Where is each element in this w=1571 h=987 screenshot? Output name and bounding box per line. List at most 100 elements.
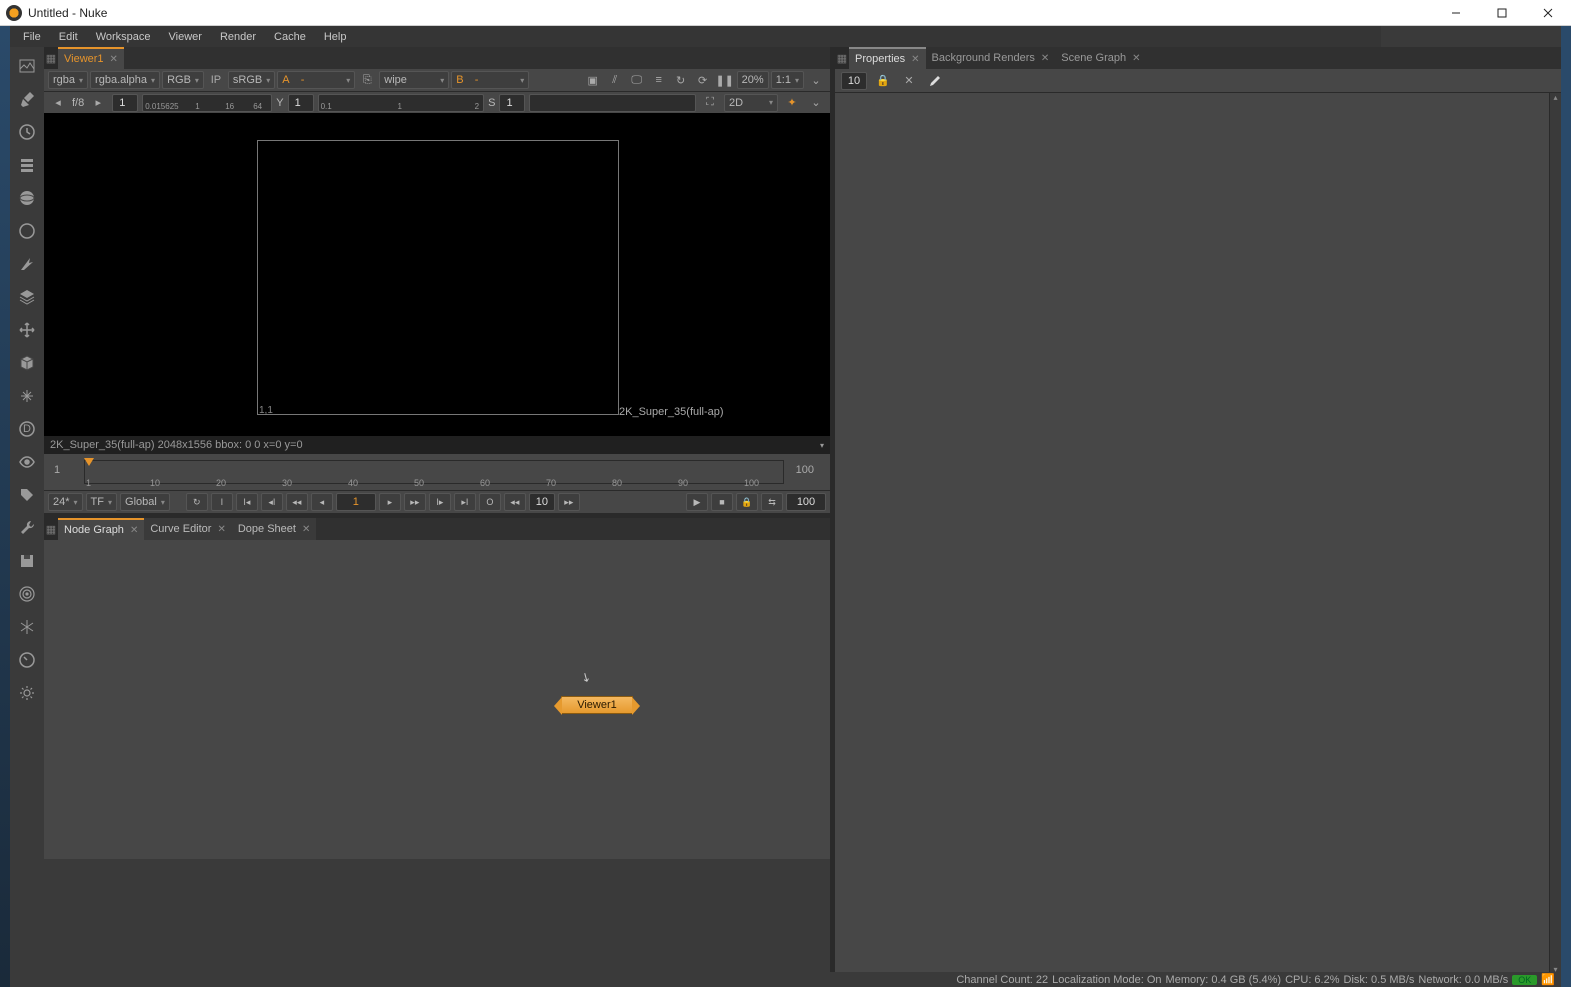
particles-icon[interactable] bbox=[16, 385, 38, 407]
gear-icon[interactable] bbox=[16, 682, 38, 704]
sphere-icon[interactable] bbox=[16, 187, 38, 209]
roi-icon[interactable]: ▣ bbox=[583, 71, 603, 89]
fps-selector[interactable]: 24*▾ bbox=[48, 493, 83, 511]
properties-max-field[interactable]: 10 bbox=[841, 72, 867, 90]
tab-dope-sheet[interactable]: Dope Sheet✕ bbox=[232, 518, 317, 540]
ip-button[interactable]: IP bbox=[206, 71, 226, 89]
cube-icon[interactable] bbox=[16, 352, 38, 374]
pane-menu-button[interactable]: ▦ bbox=[44, 47, 58, 69]
step-forward-button[interactable]: ▸ bbox=[379, 493, 401, 511]
tf-selector[interactable]: TF▾ bbox=[86, 493, 117, 511]
pane-menu-button[interactable]: ▦ bbox=[835, 47, 849, 69]
overlay-icon[interactable]: ≡ bbox=[649, 71, 669, 89]
clear-icon[interactable]: ✕ bbox=[899, 72, 919, 90]
node-graph-canvas[interactable]: ↘ Viewer1 bbox=[44, 540, 830, 859]
clock-icon[interactable] bbox=[16, 121, 38, 143]
sync-icon[interactable]: ⇆ bbox=[761, 493, 783, 511]
gain-value[interactable]: 1 bbox=[499, 94, 525, 112]
node-viewer1[interactable]: Viewer1 bbox=[561, 696, 633, 714]
gamma-slider[interactable]: 0.1 1 2 bbox=[318, 94, 485, 112]
clip-icon[interactable]: ⎘ bbox=[357, 71, 377, 89]
wipe-selector[interactable]: wipe▾ bbox=[379, 71, 449, 89]
input-a-selector[interactable]: A -▾ bbox=[277, 71, 355, 89]
edit-icon[interactable] bbox=[925, 72, 945, 90]
node-input-arrow[interactable]: ↘ bbox=[578, 668, 594, 685]
current-frame-field[interactable]: 1 bbox=[336, 493, 376, 511]
pen-icon[interactable] bbox=[16, 88, 38, 110]
close-icon[interactable]: ✕ bbox=[110, 54, 118, 65]
circle-icon[interactable] bbox=[16, 220, 38, 242]
tab-background-renders[interactable]: Background Renders✕ bbox=[926, 47, 1056, 69]
stop-icon[interactable]: ■ bbox=[711, 493, 733, 511]
last-frame-button[interactable]: ▸I bbox=[454, 493, 476, 511]
tab-properties[interactable]: Properties✕ bbox=[849, 47, 926, 69]
fstop-value[interactable]: 1 bbox=[112, 94, 138, 112]
play-forward-button[interactable]: ▸▸ bbox=[404, 493, 426, 511]
tab-curve-editor[interactable]: Curve Editor✕ bbox=[144, 518, 232, 540]
save-icon[interactable] bbox=[16, 550, 38, 572]
menu-edit[interactable]: Edit bbox=[50, 28, 87, 46]
channel-selector-1[interactable]: rgba▾ bbox=[48, 71, 88, 89]
close-icon[interactable]: ✕ bbox=[217, 524, 225, 535]
close-icon[interactable]: ✕ bbox=[911, 54, 919, 65]
target-icon[interactable] bbox=[16, 583, 38, 605]
play-state-icon[interactable]: ▶ bbox=[686, 493, 708, 511]
window-titlebar[interactable]: Untitled - Nuke bbox=[0, 0, 1571, 26]
vectors-icon[interactable] bbox=[16, 253, 38, 275]
close-icon[interactable]: ✕ bbox=[1041, 53, 1049, 64]
proxy-icon[interactable]: ⫽ bbox=[605, 71, 625, 89]
stack-icon[interactable] bbox=[16, 154, 38, 176]
menu-workspace[interactable]: Workspace bbox=[87, 28, 160, 46]
layers-icon[interactable] bbox=[16, 286, 38, 308]
viewer-info-bar[interactable]: 2K_Super_35(full-ap) 2048x1556 bbox: 0 0… bbox=[44, 436, 830, 454]
gauge-icon[interactable] bbox=[16, 649, 38, 671]
lock-icon[interactable]: 🔒 bbox=[873, 72, 893, 90]
timeline[interactable]: 1 100 1 10 20 30 40 50 60 70 80 90 100 bbox=[44, 454, 830, 490]
next-key-button[interactable]: I▸ bbox=[429, 493, 451, 511]
close-icon[interactable]: ✕ bbox=[130, 525, 138, 536]
monitor-icon[interactable]: 🖵 bbox=[627, 71, 647, 89]
viewer-canvas[interactable]: 1,1 2K_Super_35(full-ap) bbox=[44, 113, 830, 436]
step-back-button[interactable]: ◂ bbox=[311, 493, 333, 511]
scope-selector[interactable]: Global▾ bbox=[120, 493, 170, 511]
reload-icon[interactable]: ⟳ bbox=[693, 71, 713, 89]
prev-arrow-icon[interactable]: ◂ bbox=[48, 94, 68, 112]
first-frame-button[interactable]: I◂ bbox=[236, 493, 258, 511]
skip-fwd-button[interactable]: ▸▸ bbox=[558, 493, 580, 511]
info-dropdown-icon[interactable]: ▾ bbox=[820, 441, 824, 450]
exposure-slider[interactable]: 0.015625 1 16 64 bbox=[142, 94, 272, 112]
skip-back-button[interactable]: ◂◂ bbox=[504, 493, 526, 511]
close-icon[interactable]: ✕ bbox=[302, 524, 310, 535]
bbox-icon[interactable]: ⛶ bbox=[700, 94, 720, 112]
menu-file[interactable]: File bbox=[14, 28, 50, 46]
lock-range-icon[interactable]: 🔒 bbox=[736, 493, 758, 511]
next-arrow-icon[interactable]: ▸ bbox=[88, 94, 108, 112]
display-mode-selector[interactable]: RGB▾ bbox=[162, 71, 204, 89]
snow-icon[interactable] bbox=[16, 616, 38, 638]
refresh-icon[interactable]: ↻ bbox=[671, 71, 691, 89]
out-point-icon[interactable]: O bbox=[479, 493, 501, 511]
channel-selector-2[interactable]: rgba.alpha▾ bbox=[90, 71, 160, 89]
menu-render[interactable]: Render bbox=[211, 28, 265, 46]
play-reverse-button[interactable]: ◂◂ bbox=[286, 493, 308, 511]
id-icon[interactable]: D bbox=[16, 418, 38, 440]
timeline-playhead[interactable] bbox=[84, 458, 94, 466]
move-icon[interactable] bbox=[16, 319, 38, 341]
scroll-up-icon[interactable]: ▴ bbox=[1550, 93, 1561, 105]
menu-cache[interactable]: Cache bbox=[265, 28, 315, 46]
close-icon[interactable]: ✕ bbox=[1132, 53, 1140, 64]
tab-viewer1[interactable]: Viewer1 ✕ bbox=[58, 47, 124, 69]
eye-icon[interactable] bbox=[16, 451, 38, 473]
wrench-icon[interactable] bbox=[16, 517, 38, 539]
zoom-selector[interactable]: 20% bbox=[737, 71, 769, 89]
loop-icon[interactable]: ↻ bbox=[186, 493, 208, 511]
gamma-value[interactable]: 1 bbox=[288, 94, 314, 112]
menu-viewer[interactable]: Viewer bbox=[160, 28, 211, 46]
pixel-ratio-selector[interactable]: 1:1▾ bbox=[771, 71, 804, 89]
range-end-field[interactable]: 100 bbox=[786, 493, 826, 511]
tag-icon[interactable] bbox=[16, 484, 38, 506]
frame-skip-field[interactable]: 10 bbox=[529, 493, 555, 511]
window-maximize-button[interactable] bbox=[1479, 0, 1525, 26]
in-point-icon[interactable]: I bbox=[211, 493, 233, 511]
image-icon[interactable] bbox=[16, 55, 38, 77]
